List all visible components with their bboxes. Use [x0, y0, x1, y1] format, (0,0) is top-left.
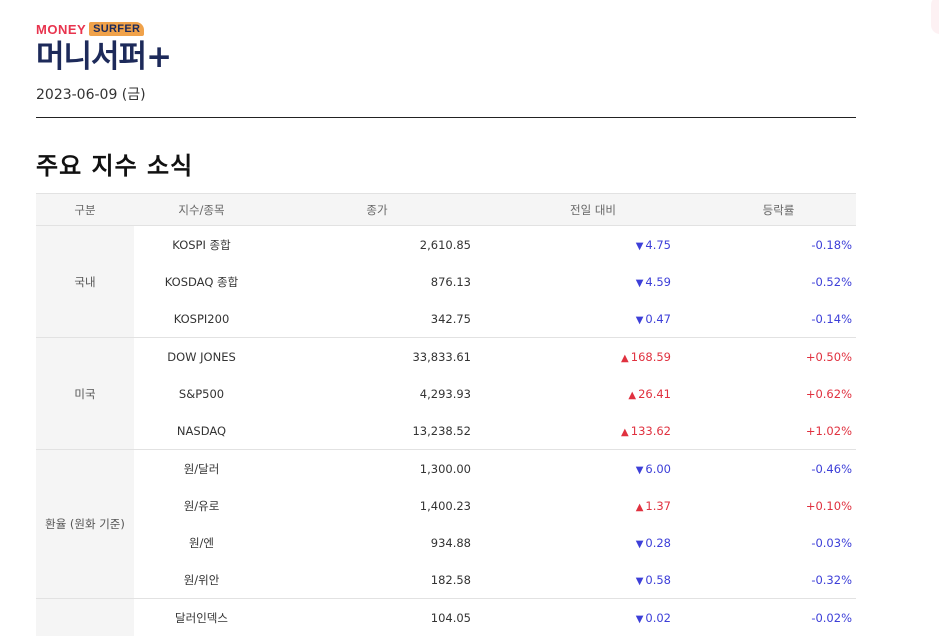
change-cell: ▲26.41	[485, 375, 701, 412]
change-cell: ▼4.59	[485, 263, 701, 300]
change-rate-cell: +0.62%	[701, 375, 856, 412]
category-cell: 환율 (원화 기준)	[36, 450, 134, 599]
header-change: 전일 대비	[485, 194, 701, 226]
change-rate-cell: -0.18%	[701, 226, 856, 264]
triangle-up-icon: ▲	[636, 502, 644, 513]
table-header: 구분 지수/종목 종가 전일 대비 등락률	[36, 194, 856, 226]
change-cell: ▼0.47	[485, 300, 701, 338]
triangle-down-icon: ▼	[636, 465, 644, 476]
change-cell: ▼0.02	[485, 599, 701, 636]
change-cell: ▲133.62	[485, 412, 701, 450]
change-rate-cell: -0.14%	[701, 300, 856, 338]
header-category: 구분	[36, 194, 134, 226]
triangle-up-icon: ▲	[621, 353, 629, 364]
logo-korean-text: 머니서퍼+	[36, 40, 256, 74]
change-value: 133.62	[631, 424, 671, 438]
change-cell: ▼0.58	[485, 561, 701, 599]
close-price-cell: 13,238.52	[269, 412, 485, 450]
header-close: 종가	[269, 194, 485, 226]
table-row: 국내KOSPI 종합2,610.85▼4.75-0.18%	[36, 226, 856, 264]
change-rate-cell: +1.02%	[701, 412, 856, 450]
change-rate-cell: -0.52%	[701, 263, 856, 300]
header-rate: 등락률	[701, 194, 856, 226]
index-name-cell: KOSPI 종합	[134, 226, 269, 264]
change-value: 168.59	[631, 350, 671, 364]
change-value: 0.58	[645, 573, 671, 587]
change-value: 4.75	[645, 238, 671, 252]
index-name-cell: 원/위안	[134, 561, 269, 599]
triangle-up-icon: ▲	[621, 427, 629, 438]
triangle-down-icon: ▼	[636, 576, 644, 587]
close-price-cell: 934.88	[269, 524, 485, 561]
change-value: 0.28	[645, 536, 671, 550]
change-value: 26.41	[638, 387, 671, 401]
change-value: 6.00	[645, 462, 671, 476]
table-header-row: 구분 지수/종목 종가 전일 대비 등락률	[36, 194, 856, 226]
index-name-cell: KOSPI200	[134, 300, 269, 338]
index-name-cell: KOSDAQ 종합	[134, 263, 269, 300]
triangle-down-icon: ▼	[636, 241, 644, 252]
change-rate-cell: -0.46%	[701, 450, 856, 488]
table-row: KOSPI200342.75▼0.47-0.14%	[36, 300, 856, 338]
logo-english: MONEY SURFER	[36, 20, 256, 38]
table-row: NASDAQ13,238.52▲133.62+1.02%	[36, 412, 856, 450]
index-name-cell: DOW JONES	[134, 338, 269, 376]
header-divider	[36, 117, 856, 118]
change-rate-cell: -0.02%	[701, 599, 856, 636]
logo-money-text: MONEY	[36, 22, 86, 37]
table-row: 미국DOW JONES33,833.61▲168.59+0.50%	[36, 338, 856, 376]
index-name-cell: 원/유로	[134, 487, 269, 524]
close-price-cell: 104.05	[269, 599, 485, 636]
change-cell: ▲1.37	[485, 487, 701, 524]
change-value: 0.02	[645, 611, 671, 625]
change-rate-cell: +0.50%	[701, 338, 856, 376]
triangle-down-icon: ▼	[636, 614, 644, 625]
category-cell: 미국	[36, 338, 134, 450]
close-price-cell: 1,300.00	[269, 450, 485, 488]
issue-date: 2023-06-09 (금)	[36, 84, 146, 104]
index-table: 구분 지수/종목 종가 전일 대비 등락률 국내KOSPI 종합2,610.85…	[36, 193, 856, 636]
table-row: S&P5004,293.93▲26.41+0.62%	[36, 375, 856, 412]
index-name-cell: 원/달러	[134, 450, 269, 488]
table-row: 달러인덱스104.05▼0.02-0.02%	[36, 599, 856, 636]
close-price-cell: 342.75	[269, 300, 485, 338]
close-price-cell: 2,610.85	[269, 226, 485, 264]
change-rate-cell: -0.03%	[701, 524, 856, 561]
change-rate-cell: -0.32%	[701, 561, 856, 599]
triangle-down-icon: ▼	[636, 315, 644, 326]
change-rate-cell: +0.10%	[701, 487, 856, 524]
change-cell: ▲168.59	[485, 338, 701, 376]
triangle-down-icon: ▼	[636, 278, 644, 289]
index-name-cell: S&P500	[134, 375, 269, 412]
table-row: 원/유로1,400.23▲1.37+0.10%	[36, 487, 856, 524]
header-name: 지수/종목	[134, 194, 269, 226]
table-row: 원/위안182.58▼0.58-0.32%	[36, 561, 856, 599]
logo-surfer-text: SURFER	[89, 22, 144, 36]
change-cell: ▼6.00	[485, 450, 701, 488]
close-price-cell: 4,293.93	[269, 375, 485, 412]
close-price-cell: 876.13	[269, 263, 485, 300]
category-cell: 국내	[36, 226, 134, 338]
change-value: 4.59	[645, 275, 671, 289]
close-price-cell: 182.58	[269, 561, 485, 599]
category-cell	[36, 599, 134, 636]
section-title: 주요 지수 소식	[36, 146, 193, 181]
index-name-cell: 원/엔	[134, 524, 269, 561]
logo[interactable]: MONEY SURFER 머니서퍼+	[36, 20, 256, 76]
change-value: 1.37	[645, 499, 671, 513]
close-price-cell: 33,833.61	[269, 338, 485, 376]
table-row: KOSDAQ 종합876.13▼4.59-0.52%	[36, 263, 856, 300]
triangle-down-icon: ▼	[636, 539, 644, 550]
index-name-cell: NASDAQ	[134, 412, 269, 450]
table-row: 환율 (원화 기준)원/달러1,300.00▼6.00-0.46%	[36, 450, 856, 488]
change-cell: ▼4.75	[485, 226, 701, 264]
table-row: 원/엔934.88▼0.28-0.03%	[36, 524, 856, 561]
index-name-cell: 달러인덱스	[134, 599, 269, 636]
change-value: 0.47	[645, 312, 671, 326]
close-price-cell: 1,400.23	[269, 487, 485, 524]
corner-decoration	[931, 0, 939, 34]
change-cell: ▼0.28	[485, 524, 701, 561]
table-body: 국내KOSPI 종합2,610.85▼4.75-0.18%KOSDAQ 종합87…	[36, 226, 856, 636]
triangle-up-icon: ▲	[628, 390, 636, 401]
